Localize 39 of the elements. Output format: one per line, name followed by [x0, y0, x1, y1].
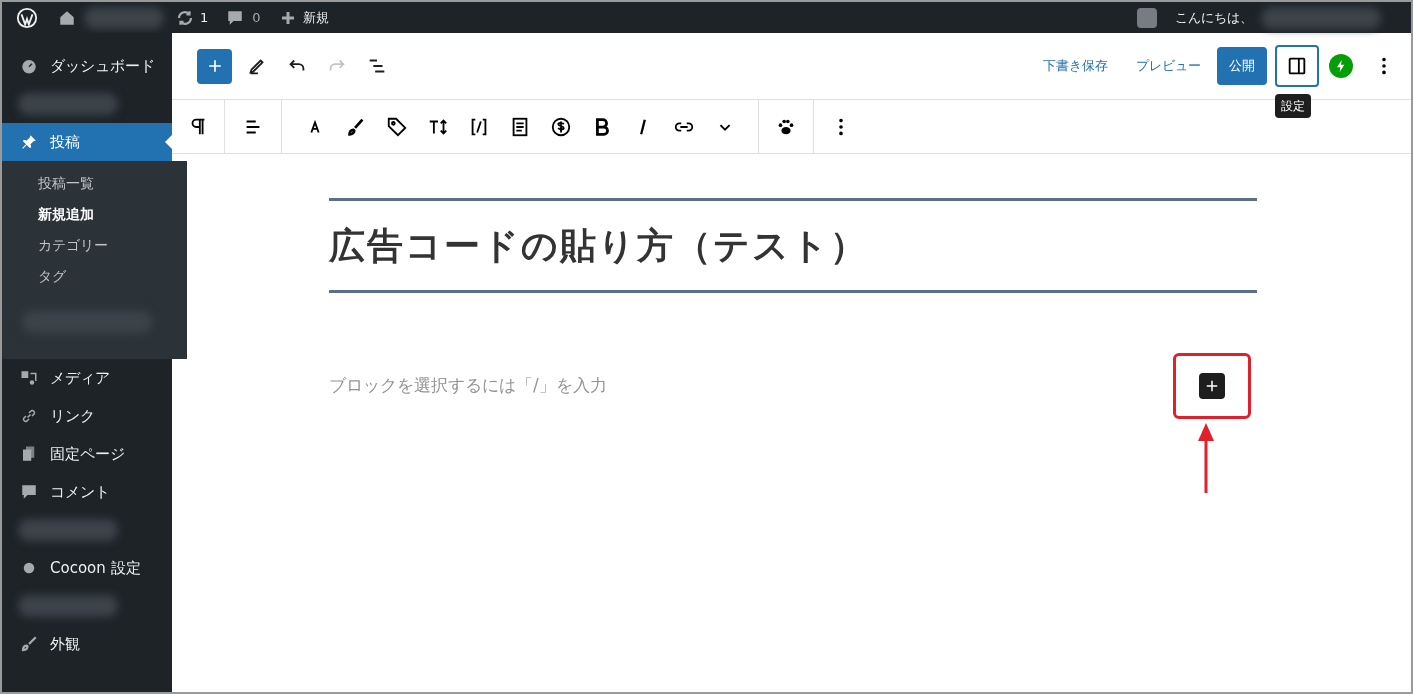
avatar-icon [1137, 7, 1157, 28]
sidebar-item[interactable]: ダッシュボード [2, 47, 172, 85]
sidebar-panel-icon [1286, 55, 1308, 77]
settings-button[interactable] [1275, 45, 1319, 87]
update-count: 1 [200, 8, 209, 27]
comment-count: 0 [252, 8, 261, 27]
sidebar-item[interactable]: リンク [2, 397, 172, 435]
tag-icon[interactable] [386, 115, 408, 138]
dollar-circle-icon[interactable] [550, 115, 572, 138]
submenu-item[interactable]: 新規追加 [2, 199, 187, 230]
gauge-icon [20, 57, 38, 75]
update-icon[interactable] [176, 8, 194, 27]
pin-icon [20, 133, 38, 151]
sidebar-item[interactable]: Cocoon 設定 [2, 549, 172, 587]
media-icon [20, 369, 38, 387]
sidebar-item[interactable]: コメント [2, 473, 172, 511]
new-link[interactable]: 新規 [302, 7, 329, 28]
submenu-item[interactable]: カテゴリー [2, 230, 187, 261]
comment-icon[interactable] [226, 8, 245, 27]
sidebar-item[interactable]: 投稿 [2, 123, 172, 161]
wordpress-logo-icon[interactable] [16, 6, 38, 29]
bolt-icon[interactable] [1329, 54, 1353, 78]
brush-icon [20, 635, 38, 653]
post-title[interactable]: 広告コードの貼り方（テスト） [329, 218, 868, 273]
arrow-drawing [1197, 423, 1215, 493]
submenu-item[interactable]: タグ [2, 261, 187, 292]
greeting[interactable]: こんにちは、 [1175, 7, 1253, 28]
add-block-button[interactable] [1199, 373, 1225, 399]
submenu-item[interactable]: 投稿一覧 [2, 168, 187, 199]
sidebar-item[interactable]: メディア [2, 359, 172, 397]
sidebar-item[interactable]: 外観 [2, 625, 172, 663]
comment-icon [20, 483, 38, 501]
preview-button[interactable]: プレビュー [1128, 56, 1209, 76]
tooltip: 設定 [1275, 94, 1311, 118]
sidebar-item[interactable]: 固定ページ [2, 435, 172, 473]
save-draft-button[interactable]: 下書き保存 [1035, 56, 1116, 76]
add-block-button[interactable] [197, 48, 232, 84]
publish-button[interactable]: 公開 [1217, 47, 1267, 85]
link-icon [20, 407, 38, 425]
